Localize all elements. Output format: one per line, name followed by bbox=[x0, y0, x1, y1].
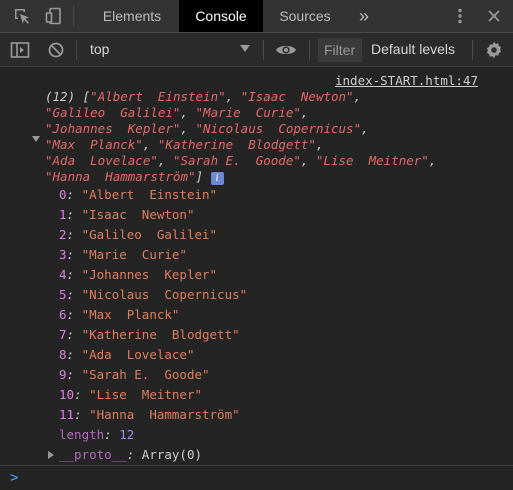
gear-icon[interactable] bbox=[480, 34, 508, 66]
preview-item: "Lise Meitner" bbox=[315, 153, 429, 168]
preview-item: "Isaac Newton" bbox=[240, 89, 354, 104]
entry-key: 3 bbox=[59, 247, 67, 262]
entry-key: 6 bbox=[59, 307, 67, 322]
preview-item: "Marie Curie" bbox=[195, 105, 301, 120]
filter-input[interactable]: Filter bbox=[318, 38, 362, 62]
clear-console-icon[interactable] bbox=[42, 34, 70, 66]
source-link[interactable]: index-START.html:47 bbox=[335, 73, 478, 88]
entry-key: 11 bbox=[59, 407, 75, 422]
more-tabs-button[interactable]: » bbox=[350, 0, 378, 32]
array-entry[interactable]: 9: "Sarah E. Goode" bbox=[59, 367, 210, 383]
close-icon[interactable] bbox=[480, 0, 508, 32]
entry-key: 7 bbox=[59, 327, 67, 342]
entry-value: "Johannes Kepler" bbox=[81, 267, 218, 282]
preview-item: "Ada Lovelace" bbox=[45, 153, 158, 168]
show-sidebar-icon[interactable] bbox=[6, 34, 34, 66]
entry-key: 5 bbox=[59, 287, 67, 302]
inspect-element-icon[interactable] bbox=[8, 0, 36, 32]
entry-value: "Albert Einstein" bbox=[81, 187, 218, 202]
array-preview-line[interactable]: "Max Planck", "Katherine Blodgett", bbox=[45, 137, 323, 153]
preview-item: "Johannes Kepler" bbox=[45, 121, 181, 136]
context-selector[interactable]: top bbox=[90, 41, 109, 57]
entry-key: 0 bbox=[59, 187, 67, 202]
console-prompt[interactable]: > bbox=[0, 465, 513, 490]
separator bbox=[76, 40, 77, 60]
proto-entry[interactable]: __proto__: Array(0) bbox=[59, 447, 202, 463]
entry-key: 1 bbox=[59, 207, 67, 222]
array-preview-line[interactable]: "Hanna Hammarström"] i bbox=[45, 169, 224, 185]
preview-item: "Katherine Blodgett" bbox=[157, 137, 316, 152]
array-entry[interactable]: 11: "Hanna Hammarström" bbox=[59, 407, 240, 423]
entry-key: 2 bbox=[59, 227, 67, 242]
entry-key: 8 bbox=[59, 347, 67, 362]
entry-key: 4 bbox=[59, 267, 67, 282]
preview-item: "Sarah E. Goode" bbox=[172, 153, 301, 168]
entry-value: "Nicolaus Copernicus" bbox=[81, 287, 248, 302]
chevron-down-icon[interactable] bbox=[240, 45, 250, 52]
collapse-triangle-icon[interactable] bbox=[32, 136, 40, 142]
array-preview-line[interactable]: "Johannes Kepler", "Nicolaus Copernicus"… bbox=[45, 121, 369, 137]
entry-value: "Lise Meitner" bbox=[89, 387, 203, 402]
separator bbox=[263, 40, 264, 60]
array-entry[interactable]: 2: "Galileo Galilei" bbox=[59, 227, 217, 243]
entry-value: "Hanna Hammarström" bbox=[89, 407, 240, 422]
array-entry[interactable]: 1: "Isaac Newton" bbox=[59, 207, 194, 223]
length-key: length bbox=[59, 427, 105, 442]
array-preview-line[interactable]: "Galileo Galilei", "Marie Curie", bbox=[45, 105, 308, 121]
console-toolbar: top Filter Default levels bbox=[0, 33, 513, 67]
preview-item: "Nicolaus Copernicus" bbox=[195, 121, 362, 136]
info-icon[interactable]: i bbox=[210, 172, 224, 185]
array-preview-line[interactable]: "Ada Lovelace", "Sarah E. Goode", "Lise … bbox=[45, 153, 436, 169]
proto-value: Array(0) bbox=[141, 447, 203, 462]
array-count: (12) bbox=[45, 89, 76, 104]
array-entry[interactable]: 7: "Katherine Blodgett" bbox=[59, 327, 240, 343]
entry-key: 9 bbox=[59, 367, 67, 382]
preview-item: "Galileo Galilei" bbox=[45, 105, 181, 120]
entry-value: "Isaac Newton" bbox=[81, 207, 195, 222]
device-toolbar-icon[interactable] bbox=[40, 0, 68, 32]
array-entry[interactable]: 5: "Nicolaus Copernicus" bbox=[59, 287, 247, 303]
entry-value: "Sarah E. Goode" bbox=[81, 367, 210, 382]
entry-value: "Marie Curie" bbox=[81, 247, 187, 262]
array-preview-line[interactable]: (12) ["Albert Einstein", "Isaac Newton", bbox=[45, 89, 361, 105]
array-entry[interactable]: 8: "Ada Lovelace" bbox=[59, 347, 194, 363]
array-entry[interactable]: 3: "Marie Curie" bbox=[59, 247, 187, 263]
entry-value: "Galileo Galilei" bbox=[81, 227, 218, 242]
entry-value: "Katherine Blodgett" bbox=[81, 327, 240, 342]
array-entry[interactable]: 10: "Lise Meitner" bbox=[59, 387, 202, 403]
entry-value: "Max Planck" bbox=[81, 307, 180, 322]
separator bbox=[309, 40, 310, 60]
array-close-bracket: ] bbox=[195, 169, 204, 184]
eye-icon[interactable] bbox=[272, 34, 300, 66]
preview-item: "Albert Einstein" bbox=[90, 89, 226, 104]
prompt-caret-icon: > bbox=[10, 470, 19, 486]
array-entry[interactable]: 0: "Albert Einstein" bbox=[59, 187, 217, 203]
devtools-tabbar: Elements Console Sources » bbox=[0, 0, 513, 33]
separator bbox=[73, 6, 74, 26]
proto-key: __proto__ bbox=[59, 447, 127, 462]
tab-elements[interactable]: Elements bbox=[88, 0, 176, 32]
length-value: 12 bbox=[119, 427, 135, 442]
array-entry[interactable]: 6: "Max Planck" bbox=[59, 307, 179, 323]
array-entry[interactable]: 4: "Johannes Kepler" bbox=[59, 267, 217, 283]
kebab-menu-icon[interactable] bbox=[446, 0, 474, 32]
preview-item: "Max Planck" bbox=[45, 137, 143, 152]
log-levels-dropdown[interactable]: Default levels bbox=[371, 41, 455, 57]
separator bbox=[472, 40, 473, 60]
console-output: index-START.html:47 (12) ["Albert Einste… bbox=[0, 67, 513, 465]
entry-key: 10 bbox=[59, 387, 75, 402]
entry-value: "Ada Lovelace" bbox=[81, 347, 195, 362]
tab-console[interactable]: Console bbox=[179, 0, 263, 32]
preview-item: "Hanna Hammarström" bbox=[45, 169, 196, 184]
tab-sources[interactable]: Sources bbox=[265, 0, 345, 32]
array-length-entry[interactable]: length: 12 bbox=[59, 427, 134, 443]
expand-triangle-icon[interactable] bbox=[48, 451, 54, 459]
